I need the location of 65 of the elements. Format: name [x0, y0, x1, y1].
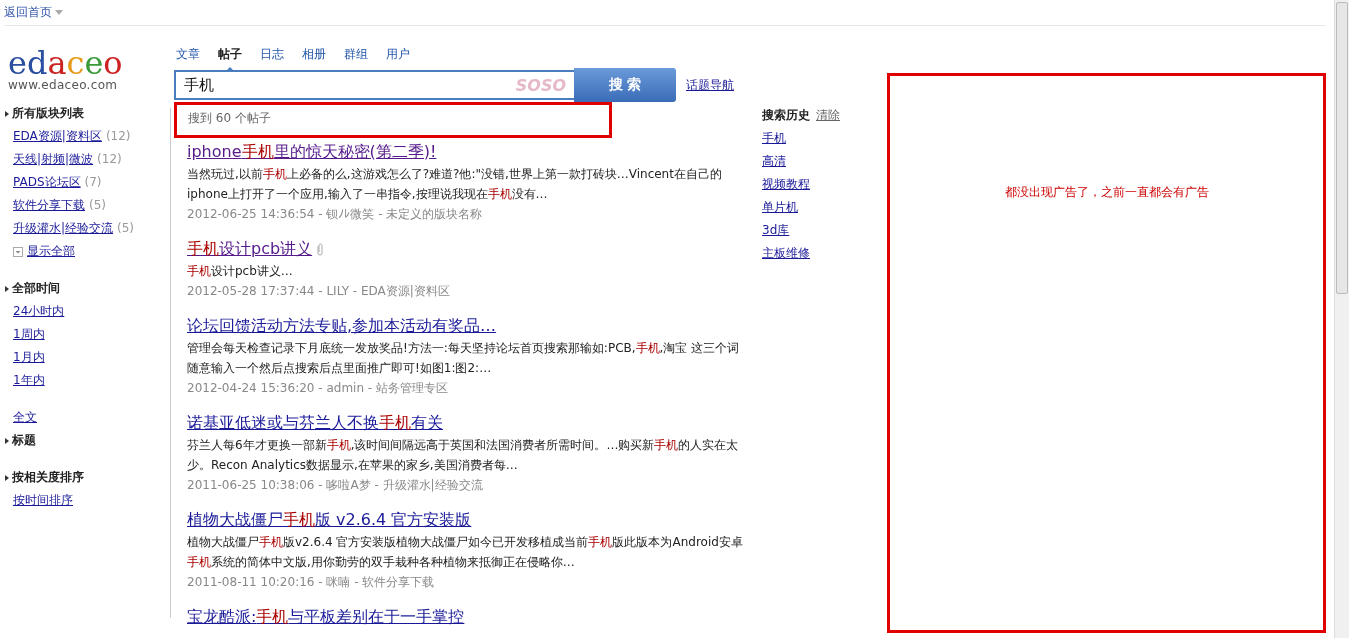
annotation-note: 都没出现广告了，之前一直都会有广告	[1004, 184, 1209, 201]
result-title-link[interactable]: 宝龙酷派:手机与平板差别在于一手掌控	[187, 606, 465, 628]
sidebar-link[interactable]: 24小时内	[13, 300, 65, 323]
site-logo: edaceo	[8, 48, 124, 78]
history-link[interactable]: 高清	[762, 150, 786, 173]
show-all-link[interactable]: 显示全部	[27, 240, 75, 263]
expand-icon	[13, 246, 23, 257]
sidebar-link[interactable]: 升级灌水|经验交流	[13, 217, 114, 240]
item-count: (12)	[105, 128, 131, 145]
sidebar-heading: 全部时间	[12, 280, 60, 297]
sidebar-link[interactable]: PADS论坛区	[13, 171, 81, 194]
sidebar-link[interactable]: 天线|射频|微波	[13, 148, 94, 171]
result-snippet: 手机设计pcb讲义…	[187, 263, 294, 280]
history-link[interactable]: 视频教程	[762, 173, 810, 196]
result-title-link[interactable]: iphone手机里的惊天秘密(第二季)!	[187, 141, 437, 163]
clear-link[interactable]: 清除	[816, 104, 840, 127]
sidebar-link[interactable]: 全文	[13, 406, 37, 429]
result-title-link[interactable]: 诺基亚低迷或与芬兰人不换手机有关	[187, 412, 443, 434]
sidebar-link[interactable]: 按时间排序	[13, 489, 73, 512]
history-title: 搜索历史	[762, 107, 810, 124]
search-tab[interactable]: 用户	[377, 46, 419, 68]
sidebar-link[interactable]: EDA资源|资料区	[13, 125, 102, 148]
logo-tagline: www.edaceo.com	[8, 78, 119, 92]
result-meta: 2012-06-25 14:36:54 - 钡ﾉﾚ微笑 - 未定义的版块名称	[187, 206, 484, 223]
search-button[interactable]: 搜 索	[574, 68, 676, 102]
topic-nav-link[interactable]: 话题导航	[686, 76, 734, 94]
result-title-link[interactable]: 论坛回馈活动方法专贴,参加本活动有奖品…	[187, 315, 497, 337]
result-meta: 2012-04-24 15:36:20 - admin - 站务管理专区	[187, 380, 449, 397]
result-title-link[interactable]: 植物大战僵尸手机版 v2.6.4 官方安装版	[187, 509, 472, 531]
search-brand-logo: SOSO	[515, 75, 566, 95]
home-link[interactable]: 返回首页	[4, 4, 63, 21]
sidebar-link[interactable]: 软件分享下载	[13, 194, 85, 217]
chevron-icon	[5, 437, 9, 444]
result-meta: 2011-08-11 10:20:16 - 咪喃 - 软件分享下载	[187, 574, 436, 591]
history-link[interactable]: 手机	[762, 127, 786, 150]
result-meta: 2012-05-28 17:37:44 - LILY - EDA资源|资料区	[187, 283, 451, 300]
item-count: (5)	[89, 197, 106, 214]
search-tab[interactable]: 日志	[251, 46, 293, 68]
result-snippet: 芬兰人每6年才更换一部新手机,该时间间隔远高于英国和法国消费者所需时间。…购买新手机的人实在太少。Recon Analytics数据显示,在苹果的家乡,美国消费者每…	[187, 437, 740, 474]
history-link[interactable]: 主板维修	[762, 242, 810, 265]
result-snippet: 管理会每天检查记录下月底统一发放奖品!方法一:每天坚持论坛首页搜索那输如:PCB,手机,淘宝 这三个词随意输入一个然后点搜索后点里面推广即可!如图1:图2:…	[187, 340, 741, 377]
item-count: (12)	[97, 151, 122, 168]
search-tab[interactable]: 文章	[174, 46, 209, 68]
search-tab[interactable]: 相册	[293, 46, 335, 68]
chevron-icon	[5, 285, 9, 292]
sidebar-link[interactable]: 1周内	[13, 323, 45, 346]
sidebar-heading: 标题	[12, 432, 36, 449]
item-count: (5)	[117, 220, 135, 237]
result-snippet: 植物大战僵尸手机版v2.6.4 官方安装版植物大战僵尸如今已开发移植成当前手机版此版本为Android安卓 手机系统的简体中文版,用你勤劳的双手栽种各种植物来抵御正在侵略你…	[187, 534, 744, 571]
result-count: 搜到 60 个帖子	[174, 102, 612, 138]
caret-icon	[55, 10, 63, 15]
result-meta: 2011-06-25 10:38:06 - 哆啦A梦 - 升级灌水|经验交流	[187, 477, 484, 494]
history-link[interactable]: 3d库	[762, 219, 790, 242]
search-field[interactable]: 手机 SOSO	[174, 70, 574, 100]
chevron-icon	[5, 110, 9, 117]
result-snippet: 当然玩过,以前手机上必备的么,这游戏怎么了?难道?他:"没错,世界上第一款打砖块…Vincent在自己的iphone上打开了一个应用,输入了一串指令,按理说我现在手机没有…	[187, 166, 723, 203]
history-link[interactable]: 单片机	[762, 196, 798, 219]
result-title-link[interactable]: 手机设计pcb讲义	[187, 238, 313, 260]
sidebar-heading: 所有版块列表	[12, 105, 84, 122]
sidebar-link[interactable]: 1月内	[13, 346, 45, 369]
item-count: (7)	[84, 174, 102, 191]
sidebar-link[interactable]: 1年内	[13, 369, 45, 392]
chevron-icon	[5, 474, 9, 481]
sidebar-heading: 按相关度排序	[12, 469, 84, 486]
search-tab[interactable]: 群组	[335, 46, 377, 68]
